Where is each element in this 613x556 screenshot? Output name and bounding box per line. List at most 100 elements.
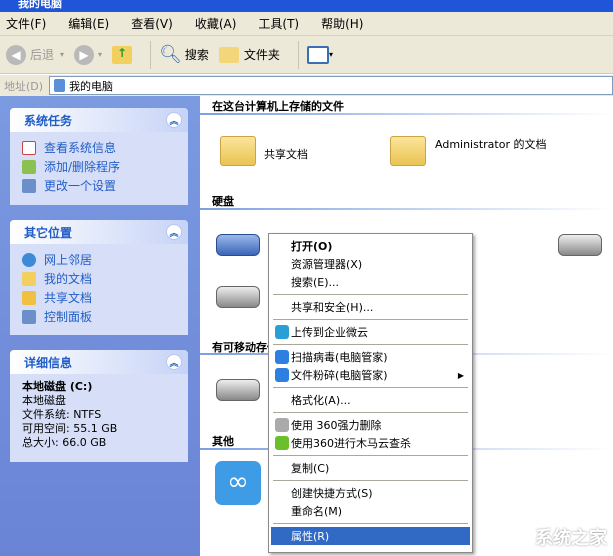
menu-favorites[interactable]: 收藏(A) (195, 15, 237, 32)
section-header-stored-files: 在这台计算机上存储的文件 (212, 100, 344, 113)
shield-icon (275, 368, 289, 382)
dropdown-icon: ▾ (60, 50, 65, 59)
panel-header[interactable]: 其它位置 ︽ (10, 220, 188, 244)
menu-item-label: 复制(C) (291, 462, 330, 475)
menu-separator (273, 455, 468, 456)
menu-file[interactable]: 文件(F) (6, 15, 46, 32)
views-button[interactable]: ▾ (306, 45, 333, 64)
section-divider (200, 113, 613, 115)
dropdown-icon: ▾ (328, 50, 333, 59)
link-add-remove-programs[interactable]: 添加/删除程序 (22, 157, 178, 176)
context-menu-item[interactable]: 搜索(E)... (271, 273, 470, 291)
link-my-documents[interactable]: 我的文档 (22, 269, 178, 288)
detail-free-space: 可用空间: 55.1 GB (22, 422, 118, 435)
programs-icon (22, 159, 36, 174)
context-menu-item[interactable]: 资源管理器(X) (271, 255, 470, 273)
link-shared-documents[interactable]: 共享文档 (22, 288, 178, 307)
panel-title: 详细信息 (24, 355, 73, 370)
folders-button[interactable]: 文件夹 (218, 46, 280, 63)
views-icon (306, 45, 329, 64)
drive-icon[interactable] (216, 286, 260, 308)
link-view-system-info[interactable]: 查看系统信息 (22, 138, 178, 157)
folders-label: 文件夹 (243, 48, 280, 62)
up-folder-button[interactable]: ↑ (112, 45, 133, 64)
menu-edit[interactable]: 编辑(E) (68, 15, 109, 32)
panel-header[interactable]: 系统任务 ︽ (10, 108, 188, 132)
weiyun-cloud-icon[interactable]: ∞ (215, 461, 261, 505)
context-menu-item[interactable]: 扫描病毒(电脑管家) (271, 348, 470, 366)
link-label: 更改一个设置 (44, 179, 117, 193)
link-label: 网上邻居 (44, 253, 93, 267)
context-menu-item[interactable]: 使用 360强力删除 (271, 416, 470, 434)
context-menu-item[interactable]: 文件粉碎(电脑管家) ▶ (271, 366, 470, 384)
control-panel-icon (22, 178, 36, 193)
menu-view[interactable]: 查看(V) (131, 15, 173, 32)
section-header-other: 其他 (212, 435, 234, 448)
menu-tools[interactable]: 工具(T) (258, 15, 299, 32)
address-bar: 地址(D) 我的电脑 (0, 75, 613, 96)
menu-item-label: 上传到企业微云 (291, 326, 368, 339)
toolbar-divider (150, 40, 152, 69)
address-input[interactable]: 我的电脑 (49, 76, 613, 95)
removable-drive-icon[interactable] (216, 379, 260, 401)
folder-icon (220, 136, 256, 166)
collapse-icon[interactable]: ︽ (166, 354, 182, 370)
section-header-hard-disks: 硬盘 (212, 195, 234, 208)
drive-icon[interactable] (558, 234, 602, 256)
documents-icon (22, 271, 36, 286)
dropdown-icon: ▾ (98, 50, 103, 59)
menu-help[interactable]: 帮助(H) (321, 15, 363, 32)
collapse-icon[interactable]: ︽ (166, 112, 182, 128)
forward-button[interactable]: ▶ ▾ (74, 44, 103, 65)
back-button[interactable]: ◀ 后退 ▾ (6, 44, 65, 65)
computer-icon (54, 79, 66, 92)
menu-item-label: 属性(R) (291, 530, 330, 543)
search-icon: 🔍︎ (159, 44, 182, 65)
link-change-setting[interactable]: 更改一个设置 (22, 176, 178, 195)
context-menu-item[interactable]: 复制(C) (271, 459, 470, 477)
control-panel-icon (22, 309, 36, 324)
menu-item-label: 资源管理器(X) (291, 258, 363, 271)
link-label: 共享文档 (44, 291, 93, 305)
title-bar: 我的电脑 (0, 0, 613, 12)
folder-icon (390, 136, 426, 166)
context-menu-item[interactable]: 重命名(M) (271, 502, 470, 520)
submenu-arrow-icon: ▶ (457, 370, 464, 380)
forward-arrow-icon: ▶ (74, 44, 95, 65)
panel-header[interactable]: 详细信息 ︽ (10, 350, 188, 374)
context-menu-item[interactable]: 格式化(A)... (271, 391, 470, 409)
menu-item-label: 创建快捷方式(S) (291, 487, 373, 500)
other-places-panel: 其它位置 ︽ 网上邻居 我的文档 共享文档 控制面板 (10, 220, 188, 335)
360-icon (275, 436, 289, 450)
menu-item-label: 打开(O) (291, 240, 333, 253)
search-button[interactable]: 🔍︎ 搜索 (159, 44, 209, 65)
link-control-panel[interactable]: 控制面板 (22, 307, 178, 326)
context-menu-item[interactable]: 打开(O) (271, 237, 470, 255)
context-menu-item[interactable]: 创建快捷方式(S) (271, 484, 470, 502)
menu-item-label: 搜索(E)... (291, 276, 340, 289)
link-network-places[interactable]: 网上邻居 (22, 250, 178, 269)
menu-bar: 文件(F) 编辑(E) 查看(V) 收藏(A) 工具(T) 帮助(H) (0, 12, 613, 36)
details-panel: 详细信息 ︽ 本地磁盘 (C:) 本地磁盘 文件系统: NTFS 可用空间: 55… (10, 350, 188, 462)
menu-separator (273, 344, 468, 345)
collapse-icon[interactable]: ︽ (166, 224, 182, 240)
folder-icon (22, 290, 36, 305)
selected-drive-icon[interactable] (216, 234, 260, 256)
item-label: Administrator 的文档 (435, 138, 547, 151)
menu-item-label: 格式化(A)... (291, 394, 351, 407)
menu-item-label: 扫描病毒(电脑管家) (291, 351, 388, 364)
menu-separator (273, 319, 468, 320)
cloud-icon (275, 325, 289, 339)
context-menu-item[interactable]: 属性(R) (271, 527, 470, 545)
menu-item-label: 共享和安全(H)... (291, 301, 374, 314)
panel-title: 系统任务 (24, 113, 73, 128)
context-menu-item[interactable]: 上传到企业微云 (271, 323, 470, 341)
detail-type: 本地磁盘 (22, 394, 66, 407)
section-divider (200, 208, 613, 210)
context-menu-item[interactable]: 使用360进行木马云查杀 (271, 434, 470, 452)
search-label: 搜索 (184, 48, 209, 62)
watermark-logo: 系统之家 (535, 528, 607, 549)
task-pane: 系统任务 ︽ 查看系统信息 添加/删除程序 更改一个设置 其它位置 ︽ 网上邻居 我… (0, 96, 200, 556)
detail-filesystem: 文件系统: NTFS (22, 408, 102, 421)
context-menu-item[interactable]: 共享和安全(H)... (271, 298, 470, 316)
